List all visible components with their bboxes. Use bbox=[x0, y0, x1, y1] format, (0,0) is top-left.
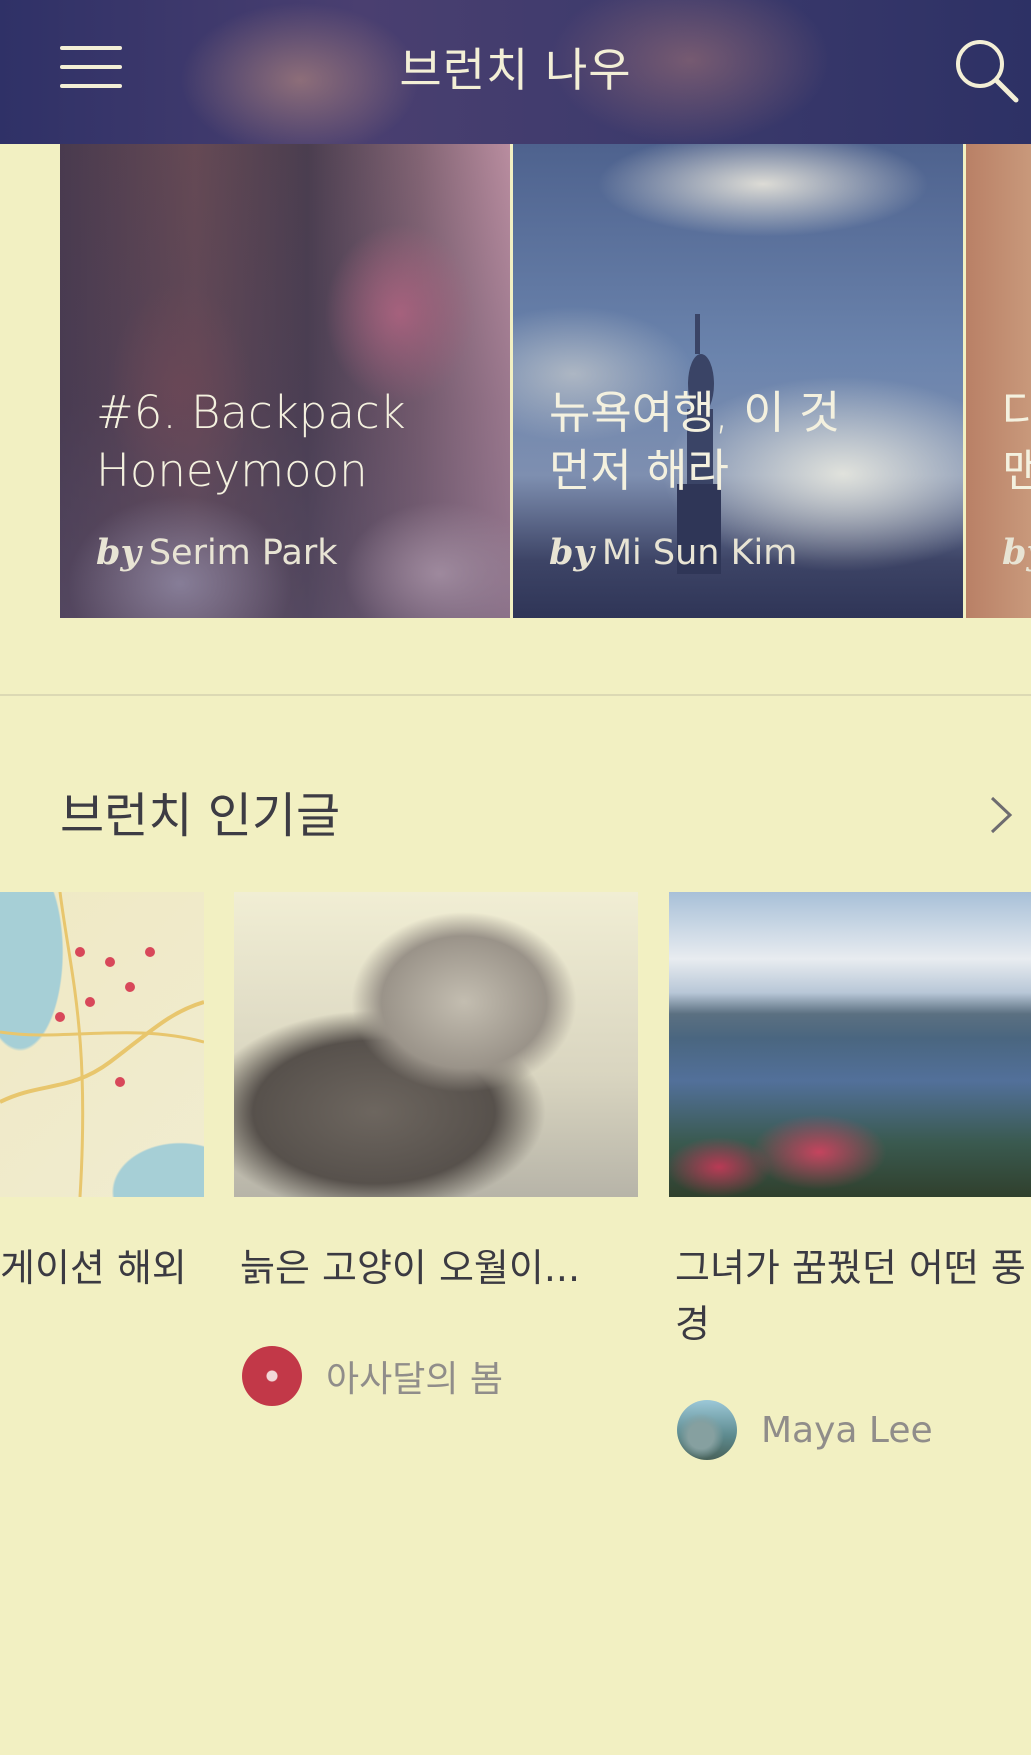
post-title: 늙은 고양이 오월이... bbox=[240, 1246, 581, 1290]
card-title-line: Honeymoon bbox=[96, 444, 368, 497]
post-title: 그녀가 꿈꿨던 어떤 풍경 bbox=[675, 1246, 1026, 1346]
post-thumbnail bbox=[234, 892, 638, 1197]
card-title-line: #6. Backpack bbox=[96, 386, 406, 439]
by-label: by bbox=[1002, 532, 1031, 573]
by-label: by bbox=[96, 532, 141, 573]
card-title: 다 맨 bbox=[1002, 384, 1031, 500]
card-title-line: 다 bbox=[1002, 386, 1031, 439]
avatar bbox=[677, 1400, 737, 1460]
card-title-line: 뉴욕여행, 이 것 bbox=[549, 386, 841, 439]
section-divider bbox=[0, 694, 1031, 696]
post-author[interactable]: 아사달의 봄 bbox=[242, 1346, 503, 1406]
card-author: Mi Sun Kim bbox=[601, 533, 798, 573]
featured-card[interactable]: 다 맨 by bbox=[966, 144, 1031, 618]
post-author[interactable]: Maya Lee bbox=[677, 1400, 933, 1460]
chevron-right-icon bbox=[990, 796, 1013, 834]
post-thumbnail bbox=[0, 892, 204, 1197]
card-title: #6. Backpack Honeymoon bbox=[96, 384, 496, 500]
lake-image bbox=[669, 892, 1031, 1197]
author-name: Maya Lee bbox=[761, 1409, 933, 1451]
featured-card[interactable]: 뉴욕여행, 이 것 먼저 해라 by Mi Sun Kim bbox=[513, 144, 963, 618]
card-title-line: 먼저 해라 bbox=[549, 444, 729, 497]
featured-carousel[interactable]: #6. Backpack Honeymoon by Serim Park 뉴욕여행… bbox=[0, 144, 1031, 620]
search-button[interactable] bbox=[952, 36, 1022, 106]
card-title-line: 맨 bbox=[1002, 444, 1031, 497]
featured-card[interactable]: #6. Backpack Honeymoon by Serim Park bbox=[60, 144, 510, 618]
author-name: 아사달의 봄 bbox=[326, 1359, 504, 1400]
post-thumbnail bbox=[669, 892, 1031, 1197]
card-byline: by Serim Park bbox=[96, 532, 338, 573]
avatar bbox=[242, 1346, 302, 1406]
app-header: 브런치 나우 bbox=[0, 0, 1031, 144]
card-title: 뉴욕여행, 이 것 먼저 해라 bbox=[549, 384, 949, 500]
card-author: Serim Park bbox=[148, 533, 338, 573]
card-byline: by Mi Sun Kim bbox=[549, 532, 797, 573]
section-more-button[interactable] bbox=[980, 790, 1020, 840]
cat-image bbox=[234, 892, 638, 1197]
map-roads bbox=[0, 892, 204, 1197]
card-byline: by bbox=[1002, 532, 1031, 573]
post-title: 게이션 해외 bbox=[0, 1246, 187, 1290]
section-title: 브런치 인기글 bbox=[60, 788, 341, 844]
search-icon bbox=[956, 40, 1019, 103]
app-title: 브런치 나우 bbox=[399, 43, 632, 97]
by-label: by bbox=[549, 532, 594, 573]
